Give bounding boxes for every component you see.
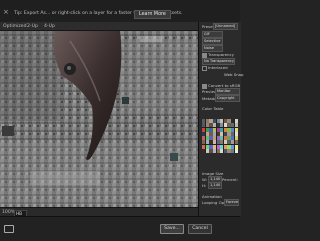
- tip-bar: × Tip: Export As... or right-click on a …: [0, 0, 240, 23]
- matte-dropdown[interactable]: No Transparency Dither: [202, 58, 235, 65]
- preview-dropdown[interactable]: Monitor Color: [215, 88, 240, 95]
- browser-preview-icon[interactable]: [4, 225, 14, 233]
- tab-original[interactable]: Optimized: [3, 24, 27, 29]
- metadata-dropdown[interactable]: Copyright and Contact Info: [215, 95, 240, 102]
- settings-panel: Preset: [Unnamed] GIF Selective Noise Tr…: [198, 22, 244, 216]
- cancel-button[interactable]: Cancel: [188, 224, 212, 234]
- preview-image: [0, 31, 198, 207]
- learn-more-button[interactable]: Learn More: [134, 10, 171, 19]
- web-snap-label: Web Snap: [224, 72, 244, 77]
- transparency-checkbox[interactable]: Transparency: [202, 52, 234, 58]
- percent-label: Percent:: [222, 177, 238, 182]
- format-dropdown[interactable]: GIF: [202, 31, 223, 38]
- animation-label: Animation: [202, 194, 222, 199]
- close-icon[interactable]: ×: [3, 8, 9, 16]
- reduction-dropdown[interactable]: Selective: [202, 38, 223, 45]
- preset-dropdown[interactable]: [Unnamed]: [213, 23, 238, 30]
- dither-dropdown[interactable]: Noise: [202, 45, 223, 52]
- checkbox-icon: [202, 52, 207, 58]
- width-label: W:: [202, 177, 207, 182]
- image-preview[interactable]: [0, 31, 198, 207]
- save-button[interactable]: Save...: [160, 224, 184, 234]
- interlaced-checkbox[interactable]: Interlaced: [202, 65, 228, 71]
- color-table-label: Color Table: [202, 106, 224, 111]
- view-tabs: Optimized 2-Up 4-Up: [0, 22, 198, 31]
- tab-2up[interactable]: 2-Up: [27, 24, 38, 29]
- color-swatch[interactable]: [234, 149, 238, 153]
- color-table[interactable]: [202, 119, 238, 153]
- height-input[interactable]: 1,140: [208, 182, 222, 189]
- dialog-footer: Save... Cancel: [0, 216, 240, 241]
- tab-4up[interactable]: 4-Up: [44, 24, 55, 29]
- height-label: H:: [202, 183, 207, 188]
- checkbox-icon: [202, 65, 207, 71]
- checkbox-icon: [202, 83, 207, 89]
- looping-dropdown[interactable]: Forever: [224, 199, 239, 206]
